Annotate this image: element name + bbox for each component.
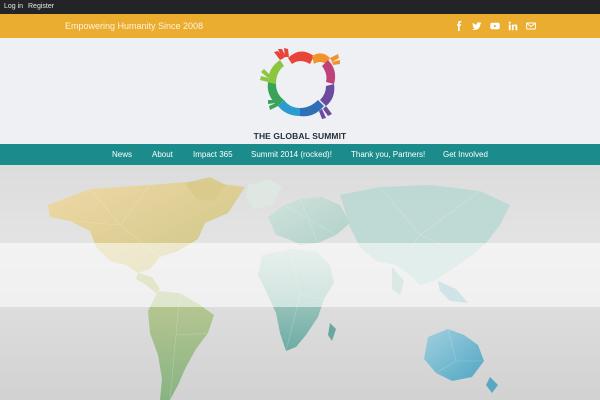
hero-overlay-band <box>0 243 600 307</box>
summit-logo[interactable] <box>256 44 344 126</box>
site-header: THE GLOBAL SUMMIT <box>0 38 600 144</box>
nav-item-about[interactable]: About <box>152 149 173 160</box>
nav-item-impact-365[interactable]: Impact 365 <box>193 149 233 160</box>
facebook-icon[interactable] <box>454 21 464 31</box>
youtube-icon[interactable] <box>490 21 500 31</box>
site-title: THE GLOBAL SUMMIT <box>253 131 347 141</box>
nav-item-partners[interactable]: Thank you, Partners! <box>351 149 425 160</box>
hands-circle-logo-icon <box>260 48 340 119</box>
login-link[interactable]: Log in <box>4 2 23 12</box>
linkedin-icon[interactable] <box>508 21 518 31</box>
register-link[interactable]: Register <box>28 2 54 12</box>
hero-banner <box>0 165 600 400</box>
account-bar: Log in Register <box>0 0 600 14</box>
nav-item-summit-2014[interactable]: Summit 2014 (rocked)! <box>251 149 332 160</box>
main-nav: News About Impact 365 Summit 2014 (rocke… <box>0 144 600 165</box>
twitter-icon[interactable] <box>472 21 482 31</box>
nav-item-news[interactable]: News <box>112 149 132 160</box>
nav-item-get-involved[interactable]: Get Involved <box>443 149 488 160</box>
tagline-bar: Empowering Humanity Since 2008 <box>0 14 600 38</box>
tagline: Empowering Humanity Since 2008 <box>65 21 204 31</box>
email-icon[interactable] <box>526 21 536 31</box>
